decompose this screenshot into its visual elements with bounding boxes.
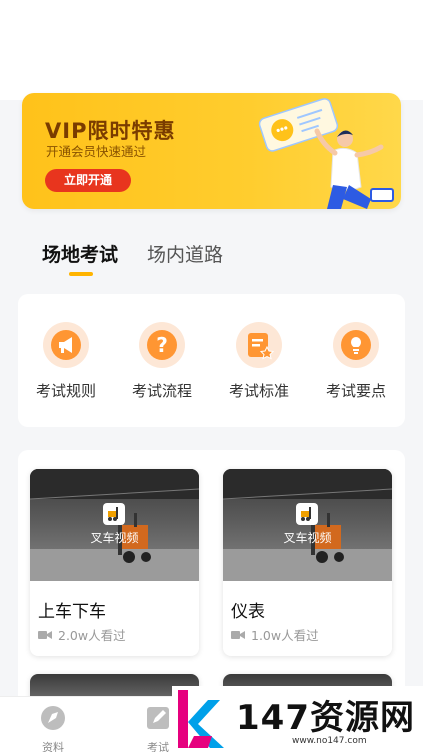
status-area [0, 0, 423, 100]
video-view-count: 1.0w人看过 [251, 628, 319, 643]
category-label: 考试要点 [325, 382, 386, 400]
video-title: 仪表 [231, 602, 265, 622]
category-label: 考试规则 [35, 382, 96, 400]
video-tag: 叉车视频 [90, 531, 139, 545]
edit-icon [147, 707, 169, 729]
video-views: 2.0w人看过 [38, 625, 126, 644]
tab-road-exam[interactable]: 场内道路 [147, 240, 223, 267]
exam-category-card: 考试规则 ? 考试流程 考试标准 考试要点 [18, 294, 405, 427]
banner-subtitle: 开通会员快速通过 [46, 144, 147, 159]
video-thumbnail: 叉车视频 [223, 469, 392, 581]
tab-site-exam[interactable]: 场地考试 [42, 240, 118, 267]
watermark-logo [178, 690, 224, 748]
vip-banner[interactable]: VIP限时特惠 开通会员快速通过 立即开通 [22, 93, 401, 209]
category-label: 考试标准 [228, 382, 289, 400]
lightbulb-icon [333, 322, 379, 368]
video-tag: 叉车视频 [283, 531, 332, 545]
document-star-icon [236, 322, 282, 368]
forklift-icon [103, 503, 125, 525]
category-exam-rules[interactable]: 考试规则 [21, 322, 111, 401]
watermark-text: 147资源网 [236, 698, 415, 738]
megaphone-icon [43, 322, 89, 368]
category-exam-process[interactable]: ? 考试流程 [117, 322, 207, 401]
watermark-url: www.no147.com [292, 736, 367, 746]
forklift-icon [296, 503, 318, 525]
video-view-count: 2.0w人看过 [58, 628, 126, 643]
question-icon: ? [139, 322, 185, 368]
video-camera-icon [38, 630, 52, 639]
category-exam-key-points[interactable]: 考试要点 [311, 322, 401, 401]
video-views: 1.0w人看过 [231, 625, 319, 644]
video-camera-icon [231, 630, 245, 639]
active-tab-indicator [69, 272, 93, 276]
nav-item-materials[interactable]: 资料 [23, 705, 83, 752]
video-card[interactable]: 叉车视频 上车下车 2.0w人看过 [30, 469, 199, 656]
video-card[interactable]: 叉车视频 仪表 1.0w人看过 [223, 469, 392, 656]
category-label: 考试流程 [131, 382, 192, 400]
nav-label: 资料 [42, 741, 64, 752]
watermark: 147资源网 www.no147.com [172, 686, 423, 752]
vip-illustration [258, 98, 394, 209]
svg-text:?: ? [156, 333, 168, 357]
category-exam-standard[interactable]: 考试标准 [214, 322, 304, 401]
compass-icon [41, 706, 65, 730]
video-title: 上车下车 [38, 602, 106, 622]
open-vip-button[interactable]: 立即开通 [45, 169, 131, 192]
video-thumbnail: 叉车视频 [30, 469, 199, 581]
